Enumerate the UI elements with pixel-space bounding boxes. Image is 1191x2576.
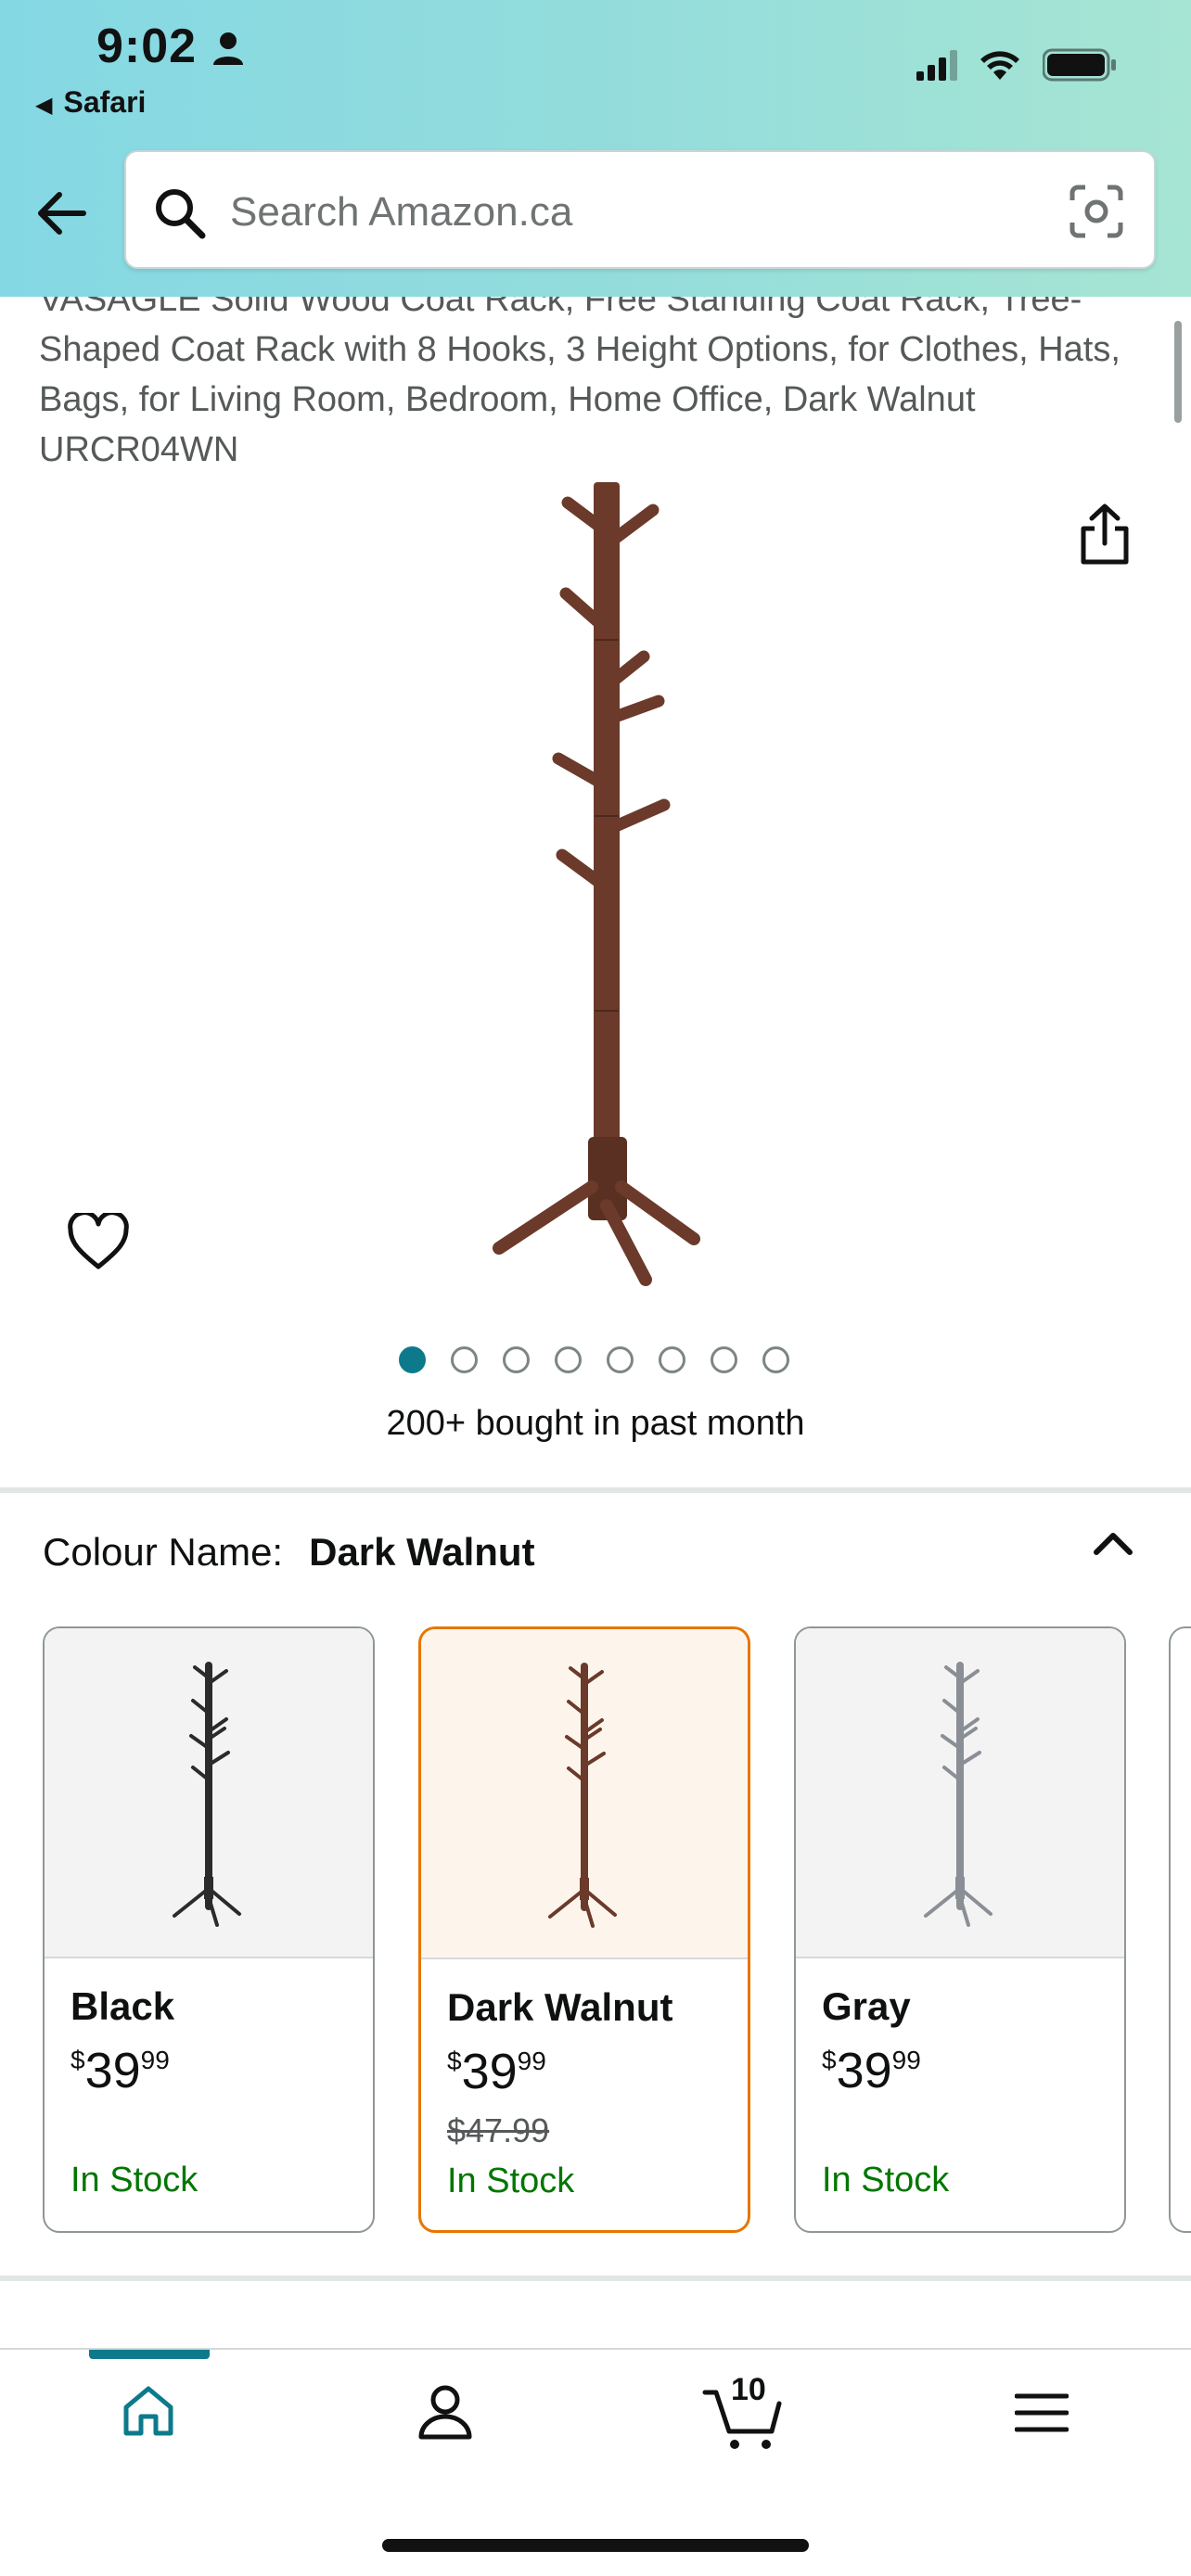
carousel-dot[interactable] — [607, 1346, 634, 1373]
colour-option-more[interactable] — [1169, 1626, 1191, 2233]
home-icon[interactable] — [119, 2381, 178, 2441]
swatch-price: $3999 — [70, 2043, 170, 2098]
carousel-dot[interactable] — [711, 1346, 737, 1373]
swatch-stock: In Stock — [70, 2161, 198, 2200]
colour-option-gray[interactable]: Gray $3999 In Stock — [794, 1626, 1126, 2233]
home-indicator[interactable] — [382, 2539, 809, 2552]
image-carousel-dots[interactable] — [399, 1346, 789, 1373]
carousel-dot[interactable] — [762, 1346, 789, 1373]
signal-icon — [916, 50, 957, 81]
walnut-rack-image — [548, 1663, 617, 1928]
carousel-dot[interactable] — [399, 1346, 426, 1373]
colour-label: Colour Name: — [43, 1530, 284, 1574]
swatch-thumbnail — [45, 1628, 373, 1958]
search-placeholder: Search Amazon.ca — [230, 189, 573, 235]
section-divider — [0, 1487, 1191, 1493]
back-to-safari[interactable]: ◀ Safari — [35, 85, 146, 120]
colour-value: Dark Walnut — [309, 1530, 535, 1574]
colour-option-black[interactable]: Black $3999 In Stock — [43, 1626, 375, 2233]
heart-icon[interactable] — [67, 1213, 130, 1272]
chevron-up-icon[interactable] — [1091, 1524, 1135, 1562]
swatch-price: $3999 — [447, 2044, 546, 2099]
share-icon[interactable] — [1076, 503, 1133, 567]
swatch-name: Gray — [822, 1984, 911, 2028]
scrollbar[interactable] — [1174, 321, 1182, 423]
menu-icon[interactable] — [1015, 2391, 1069, 2435]
gray-rack-image — [924, 1662, 992, 1927]
carousel-dot[interactable] — [659, 1346, 685, 1373]
swatch-price: $3999 — [822, 2043, 921, 2098]
swatch-thumbnail — [421, 1629, 748, 1959]
product-title: VASAGLE Solid Wood Coat Rack, Free Stand… — [39, 297, 1121, 469]
bought-in-past-month: 200+ bought in past month — [386, 1404, 805, 1443]
carousel-dot[interactable] — [503, 1346, 530, 1373]
status-time: 9:02 — [96, 19, 198, 73]
colour-name-row[interactable]: Colour Name: Dark Walnut — [43, 1530, 535, 1575]
swatch-stock: In Stock — [822, 2161, 950, 2200]
swatch-name: Black — [70, 1984, 175, 2028]
status-icons — [916, 48, 1117, 82]
wifi-icon — [980, 51, 1019, 80]
swatch-thumbnail — [796, 1628, 1124, 1958]
battery-icon — [1043, 48, 1116, 82]
cart-count: 10 — [731, 2372, 766, 2407]
back-app-label: Safari — [63, 85, 147, 119]
black-rack-image — [173, 1662, 241, 1927]
account-icon[interactable] — [416, 2381, 475, 2441]
camera-search-icon[interactable] — [1069, 184, 1124, 239]
back-triangle-icon: ◀ — [35, 93, 53, 118]
nav-active-indicator — [89, 2350, 210, 2359]
carousel-dot[interactable] — [555, 1346, 582, 1373]
swatch-stock: In Stock — [447, 2162, 575, 2200]
search-input[interactable]: Search Amazon.ca — [124, 150, 1156, 269]
swatch-name: Dark Walnut — [447, 1985, 673, 2029]
coat-rack-illustration — [493, 482, 700, 1286]
header: 9:02 ◀ Safari Search Amazon.ca — [0, 0, 1191, 297]
colour-option-dark-walnut[interactable]: Dark Walnut $3999 $47.99 In Stock — [418, 1626, 750, 2233]
carousel-dot[interactable] — [451, 1346, 478, 1373]
section-divider — [0, 2276, 1191, 2281]
person-icon — [213, 32, 243, 65]
back-arrow-icon[interactable] — [33, 185, 89, 241]
search-icon — [156, 189, 206, 239]
product-title-area: VASAGLE Solid Wood Coat Rack, Free Stand… — [0, 297, 1191, 473]
swatch-list-price: $47.99 — [447, 2111, 550, 2149]
product-image[interactable] — [482, 473, 705, 1289]
